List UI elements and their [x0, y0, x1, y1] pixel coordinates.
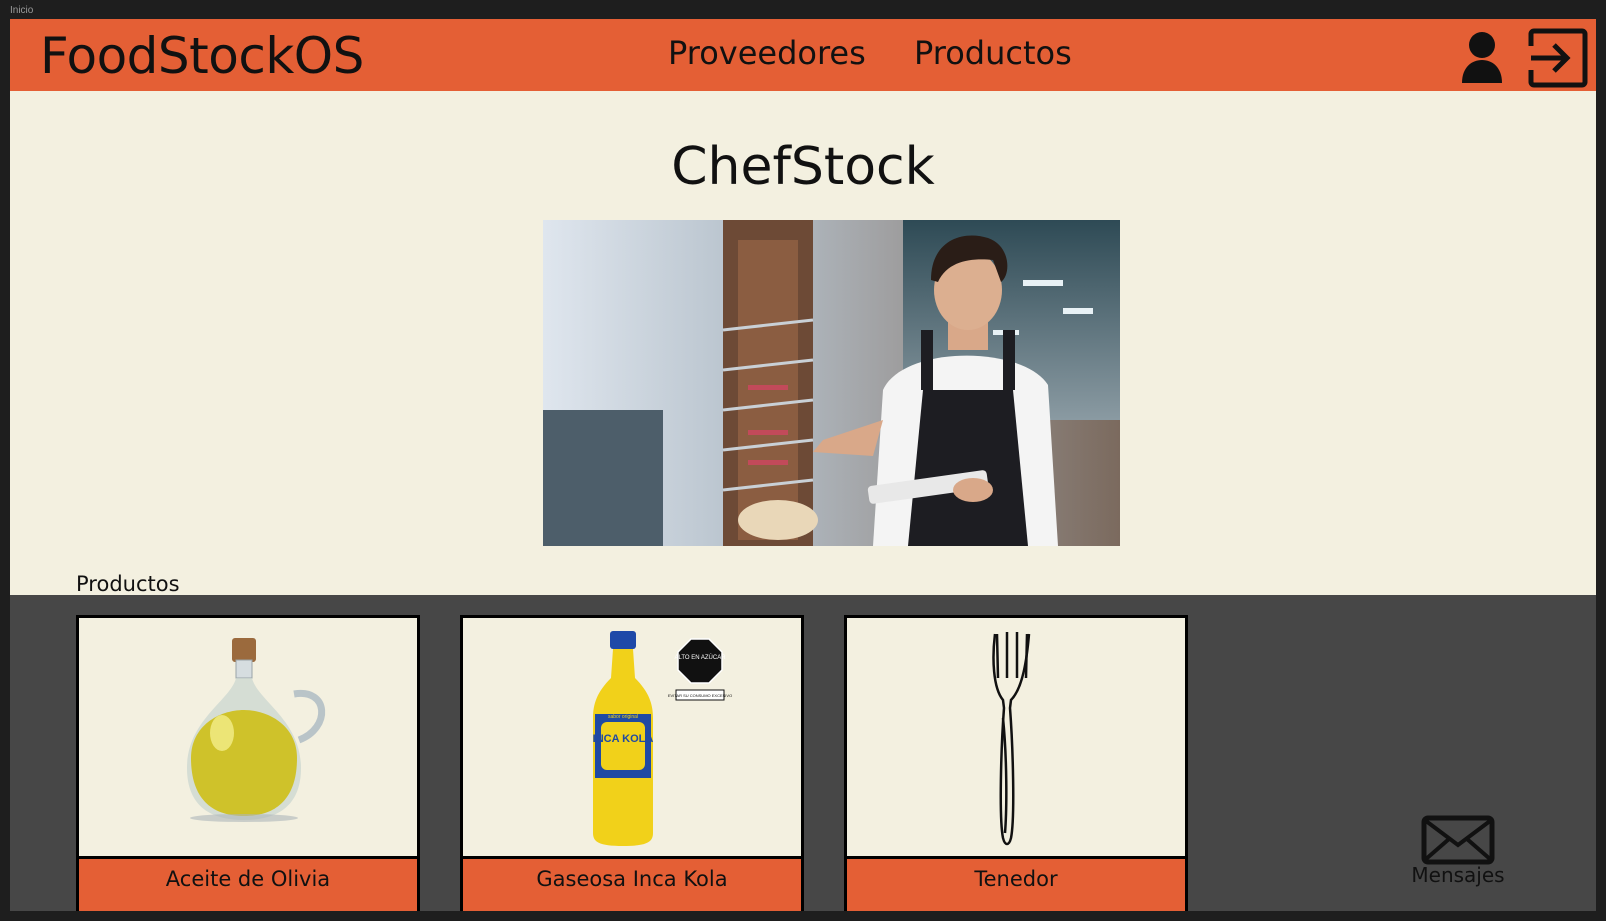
product-card-aceite[interactable]: Aceite de Olivia [76, 615, 420, 911]
logout-icon[interactable] [1528, 28, 1588, 88]
inca-kola-bottle-image: INCA KOLA sabor original ALTO EN AZÚCAR … [593, 631, 732, 846]
hero-title: ChefStock [671, 137, 935, 197]
nav-proveedores[interactable]: Proveedores [668, 34, 866, 72]
top-navbar: FoodStockOS Proveedores Productos [10, 19, 1596, 91]
messages-label: Mensajes [1411, 863, 1505, 887]
hero-image [543, 220, 1120, 546]
frame-label: Inicio [10, 5, 34, 16]
olive-oil-image [187, 638, 326, 822]
messages-button[interactable]: Mensajes [1410, 815, 1506, 887]
product-label: Tenedor [847, 856, 1185, 911]
bottle-brand-text: INCA KOLA [593, 733, 654, 745]
user-icon[interactable] [1460, 31, 1504, 83]
product-card-tenedor[interactable]: Tenedor [844, 615, 1188, 911]
sugar-badge-note: EVITAR SU CONSUMO EXCESIVO [668, 693, 732, 698]
product-card-inca-kola[interactable]: INCA KOLA sabor original ALTO EN AZÚCAR … [460, 615, 804, 911]
sugar-badge-text: ALTO EN AZÚCAR [674, 654, 726, 661]
brand-logo[interactable]: FoodStockOS [40, 27, 364, 85]
product-label: Gaseosa Inca Kola [463, 856, 801, 911]
fork-image [992, 632, 1031, 846]
nav-productos[interactable]: Productos [914, 34, 1072, 72]
page: FoodStockOS Proveedores Productos ChefSt… [10, 19, 1596, 911]
envelope-icon [1421, 815, 1495, 865]
product-label: Aceite de Olivia [79, 856, 417, 911]
products-section-label: Productos [76, 572, 180, 596]
products-band: Aceite de Olivia INCA KOLA sabor origina… [10, 595, 1596, 911]
bottle-tag-text: sabor original [608, 714, 638, 720]
